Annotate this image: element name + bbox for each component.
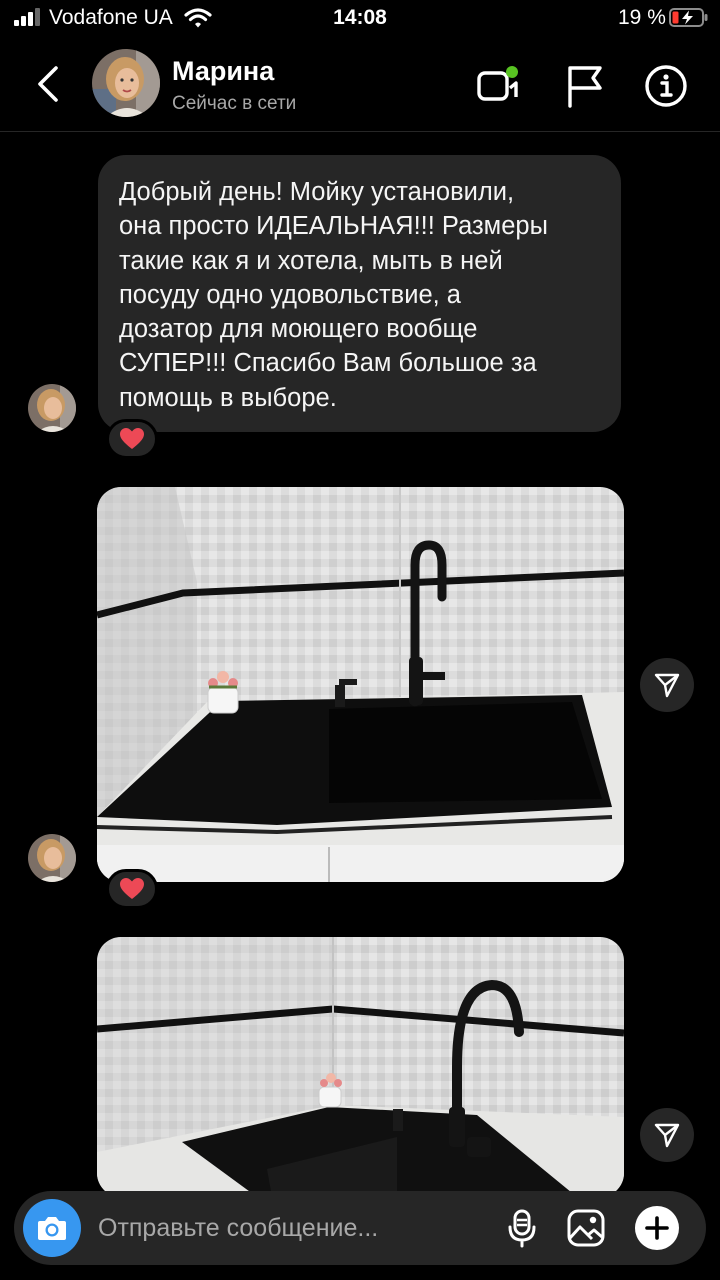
contact-status: Сейчас в сети — [172, 93, 297, 114]
send-icon — [654, 673, 680, 698]
status-bar: Vodafone UA 14:08 19 % — [0, 0, 720, 38]
contact-name[interactable]: Марина — [172, 56, 274, 87]
message-line: дозатор для моющего вообще — [119, 315, 478, 344]
heart-icon — [120, 428, 144, 449]
camera-button[interactable] — [23, 1199, 81, 1257]
message-composer — [14, 1191, 706, 1265]
sender-avatar[interactable] — [28, 834, 76, 882]
battery-percent: 19 % — [618, 6, 666, 29]
share-button[interactable] — [640, 658, 694, 712]
sender-avatar[interactable] — [28, 384, 76, 432]
contact-avatar[interactable] — [92, 49, 160, 117]
back-icon[interactable] — [30, 62, 66, 106]
gallery-icon[interactable] — [566, 1208, 606, 1248]
heart-reaction[interactable] — [106, 419, 158, 459]
message-line: она просто ИДЕАЛЬНАЯ!!! Размеры — [119, 212, 548, 241]
message-line: посуду одно удовольствие, а — [119, 280, 461, 309]
plus-icon[interactable] — [634, 1205, 680, 1251]
heart-icon — [120, 878, 144, 899]
flag-icon[interactable] — [562, 62, 610, 110]
send-icon — [654, 1123, 680, 1148]
message-line: Добрый день! Мойку установили, — [119, 178, 515, 206]
microphone-icon[interactable] — [502, 1208, 542, 1248]
message-line: такие как я и хотела, мыть в ней — [119, 246, 503, 275]
chat-header: Марина Сейчас в сети — [0, 38, 720, 132]
info-icon[interactable] — [642, 62, 690, 110]
clock: 14:08 — [333, 6, 387, 29]
dm-thread-screen: Vodafone UA 14:08 19 % Марина Сейчас в с… — [0, 0, 720, 1280]
photo-message[interactable] — [97, 937, 624, 1197]
photo-message[interactable] — [97, 487, 624, 882]
message-input[interactable] — [98, 1209, 488, 1247]
share-button[interactable] — [640, 1108, 694, 1162]
camera-icon — [38, 1217, 66, 1240]
heart-reaction[interactable] — [106, 869, 158, 909]
battery-charging-icon — [669, 8, 708, 27]
message-line: СУПЕР!!! Спасибо Вам большое за — [119, 349, 537, 378]
message-bubble[interactable]: Добрый день! Мойку установили, она просто… — [98, 155, 621, 432]
video-call-icon[interactable] — [474, 62, 522, 110]
message-line: помощь в выборе. — [119, 383, 337, 412]
